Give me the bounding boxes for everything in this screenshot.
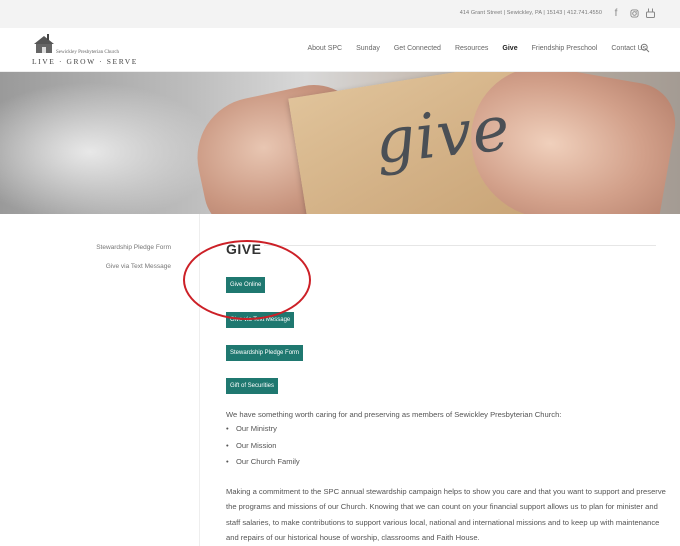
hero-give-text: give — [371, 91, 514, 178]
church-address: 414 Grant Street | Sewickley, PA | 15143… — [459, 10, 602, 16]
sidebar-link-give-via-text-message[interactable]: Give via Text Message — [106, 263, 171, 270]
nav-item-get-connected[interactable]: Get Connected — [394, 45, 441, 52]
site-header: Sewickley Presbyterian Church LIVE · GRO… — [0, 28, 680, 72]
church-name: Sewickley Presbyterian Church — [56, 50, 120, 55]
top-utility-bar: 414 Grant Street | Sewickley, PA | 15143… — [0, 0, 680, 28]
hero-banner: give — [0, 72, 680, 214]
gift-of-securities-button[interactable]: Gift of Securities — [226, 378, 279, 394]
intro-text: We have something worth caring for and p… — [226, 410, 562, 419]
bullet-list: Our Ministry Our Mission Our Church Fami… — [226, 424, 300, 474]
nav-item-give[interactable]: Give — [502, 45, 517, 52]
church-building-icon — [34, 34, 54, 53]
list-item: Our Mission — [226, 441, 300, 458]
nav-item-resources[interactable]: Resources — [455, 45, 488, 52]
list-item: Our Church Family — [226, 457, 300, 474]
nav-item-sunday[interactable]: Sunday — [356, 45, 380, 52]
list-item: Our Ministry — [226, 424, 300, 441]
stewardship-paragraph: Making a commitment to the SPC annual st… — [226, 487, 666, 543]
hero-background-blur — [0, 82, 220, 214]
facebook-icon[interactable]: f — [610, 7, 622, 19]
search-icon[interactable] — [640, 43, 650, 53]
stewardship-pledge-form-button[interactable]: Stewardship Pledge Form — [226, 345, 304, 361]
title-divider — [264, 245, 656, 246]
instagram-icon[interactable] — [628, 7, 640, 19]
nav-item-friendship-preschool[interactable]: Friendship Preschool — [532, 45, 598, 52]
church-logo[interactable]: Sewickley Presbyterian Church LIVE · GRO… — [28, 34, 140, 68]
youtube-icon[interactable] — [644, 7, 656, 19]
church-tagline: LIVE · GROW · SERVE — [32, 57, 138, 66]
nav-item-about[interactable]: About SPC — [307, 45, 342, 52]
sidebar: Stewardship Pledge Form Give via Text Me… — [0, 214, 200, 546]
sidebar-link-stewardship-pledge-form[interactable]: Stewardship Pledge Form — [96, 244, 171, 251]
main-navigation: About SPC Sunday Get Connected Resources… — [307, 45, 646, 52]
annotation-circle — [183, 240, 311, 320]
